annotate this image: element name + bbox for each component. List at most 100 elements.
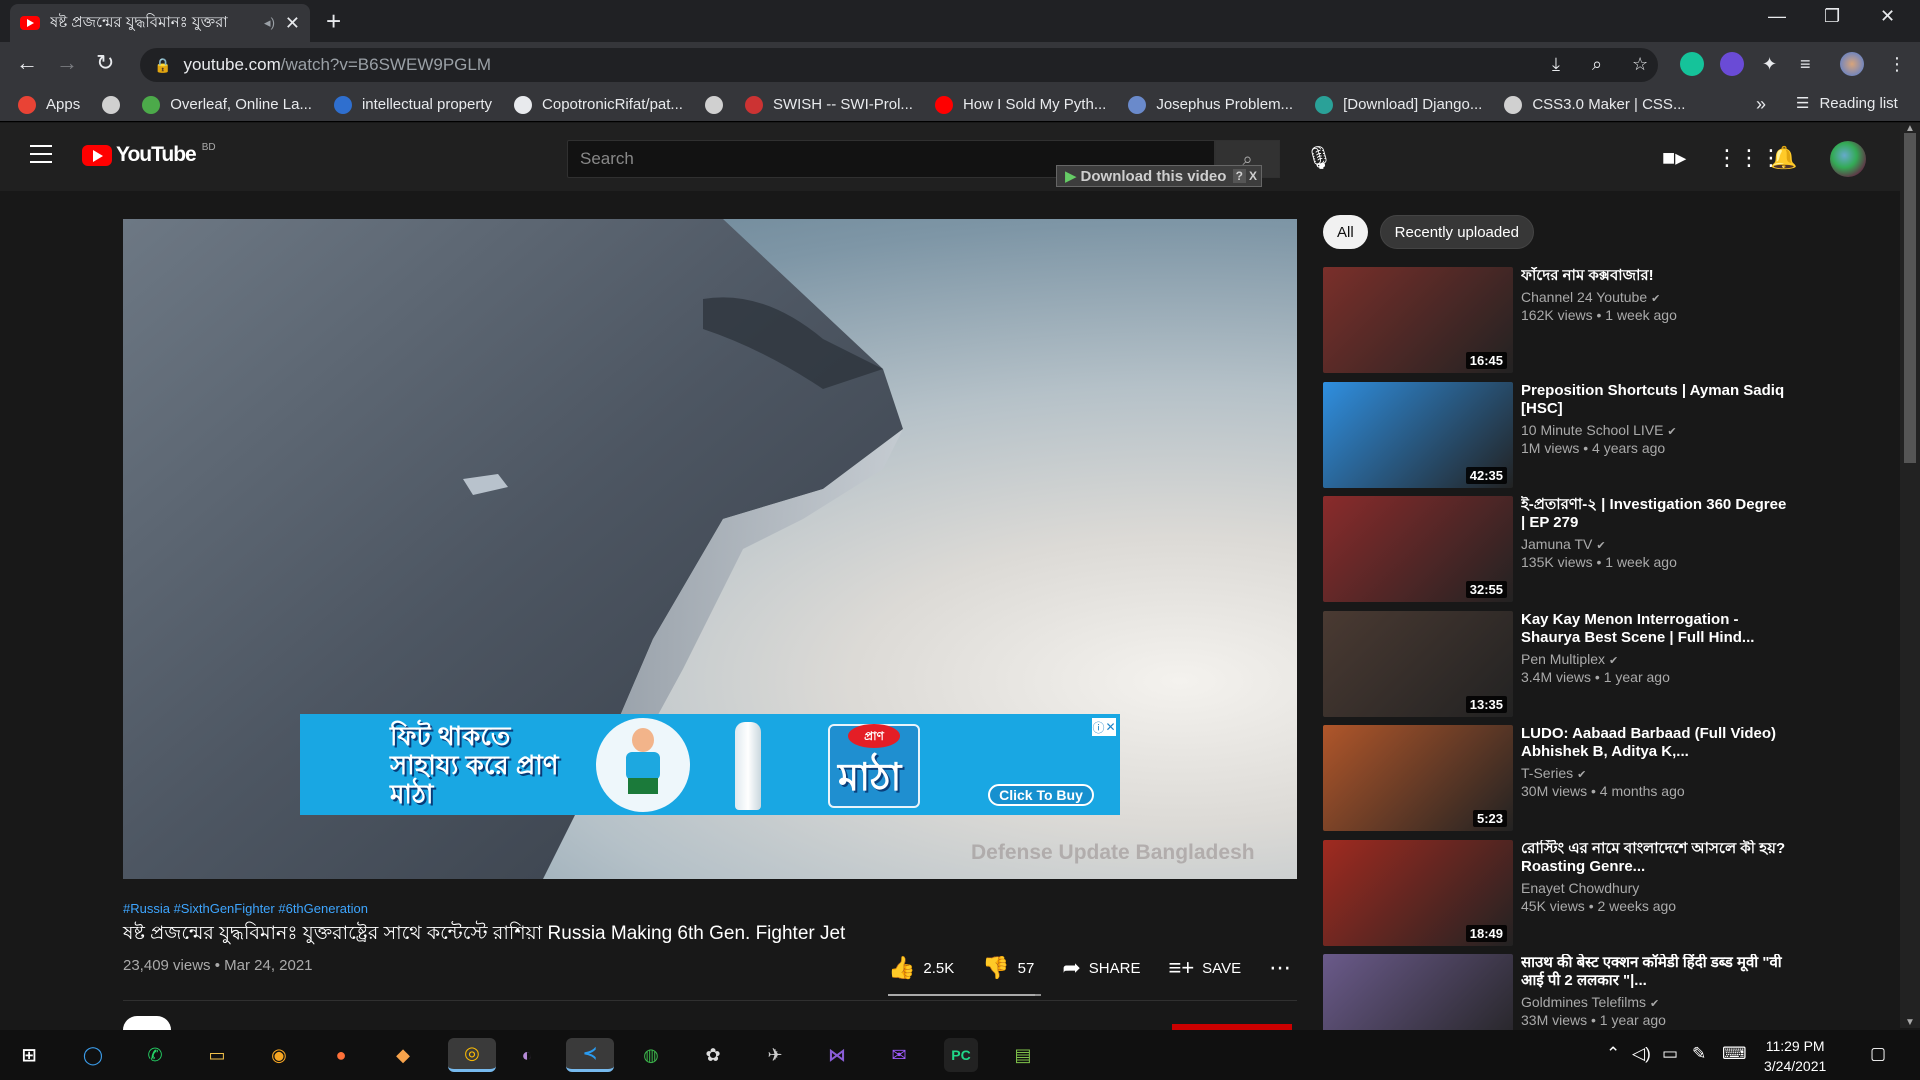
bookmark-item[interactable]: SWISH -- SWI-Prol...	[744, 95, 913, 114]
chip-recently-uploaded[interactable]: Recently uploaded	[1379, 215, 1534, 249]
bookmark-item[interactable]: How I Sold My Pyth...	[934, 95, 1106, 114]
ad-close-icon[interactable]: ⓘ ✕	[1092, 718, 1116, 736]
dislike-button[interactable]: 👎 57	[982, 955, 1034, 981]
share-button[interactable]: ➦ SHARE	[1062, 955, 1140, 981]
video-thumbnail[interactable]: 42:35	[1323, 381, 1513, 488]
recommendation-title[interactable]: ফাঁদের নাম কক্সবাজার!	[1521, 267, 1791, 285]
bookmark-item[interactable]	[704, 95, 723, 114]
whatsapp-icon[interactable]: ✆	[138, 1038, 172, 1072]
recommendation-title[interactable]: Kay Kay Menon Interrogation - Shaurya Be…	[1521, 611, 1791, 647]
vscode-icon[interactable]: ≺	[566, 1038, 614, 1072]
windows-start-icon[interactable]: ⊞	[12, 1038, 46, 1072]
recommendation-title[interactable]: साउथ की बेस्ट एक्शन कॉमेडी हिंदी डब्ड मू…	[1521, 954, 1791, 990]
recommendation-title[interactable]: Preposition Shortcuts | Ayman Sadiq [HSC…	[1521, 382, 1791, 418]
media-control-icon[interactable]: ≡	[1800, 54, 1811, 75]
recommendation-channel[interactable]: 10 Minute School LIVE ✔	[1521, 422, 1791, 438]
ad-click-to-buy-button[interactable]: Click To Buy	[988, 784, 1094, 806]
video-thumbnail[interactable]: 13:35	[1323, 610, 1513, 717]
grammarly-extension-icon[interactable]	[1680, 52, 1704, 76]
recommendation-item[interactable]: 5:23 LUDO: Aabaad Barbaad (Full Video) Ab…	[1323, 725, 1793, 831]
chrome-taskbar-icon[interactable]: ◎	[448, 1038, 496, 1072]
reload-button[interactable]: ↻	[96, 50, 114, 76]
video-thumbnail[interactable]: 5:23	[1323, 725, 1513, 831]
download-help-button[interactable]: ?	[1232, 169, 1246, 183]
bookmark-star-icon[interactable]: ☆	[1632, 54, 1648, 75]
tray-chevron-icon[interactable]: ⌃	[1606, 1044, 1620, 1064]
keyboard-icon[interactable]: ⌨	[1722, 1044, 1747, 1064]
chip-all[interactable]: All	[1323, 215, 1368, 249]
bookmarks-more-button[interactable]: »	[1756, 94, 1766, 115]
scroll-down-icon[interactable]: ▼	[1905, 1017, 1915, 1028]
recommendation-channel[interactable]: Pen Multiplex ✔	[1521, 651, 1791, 667]
more-actions-button[interactable]: ⋯	[1269, 955, 1291, 981]
recommendation-item[interactable]: 32:55 ই-প্রতারণা-২ | Investigation 360 De…	[1323, 496, 1793, 602]
address-bar[interactable]: 🔒 youtube.com/watch?v=B6SWEW9PGLM	[140, 48, 1658, 82]
volume-icon[interactable]: ◁)	[1632, 1044, 1651, 1064]
messenger-icon[interactable]: ✉	[882, 1038, 916, 1072]
zoom-icon[interactable]: ⌕	[1592, 54, 1602, 75]
bookmark-item[interactable]: CSS3.0 Maker | CSS...	[1504, 95, 1685, 114]
ad-info-icon[interactable]: ⓘ	[1092, 719, 1104, 736]
recommendation-item[interactable]: 42:35 Preposition Shortcuts | Ayman Sadiq…	[1323, 381, 1793, 488]
recommendation-channel[interactable]: Enayet Chowdhury	[1521, 880, 1791, 896]
forward-button[interactable]: →	[56, 50, 78, 76]
app-icon[interactable]: ◉	[262, 1038, 296, 1072]
profile-avatar[interactable]	[1840, 52, 1864, 76]
recommendation-channel[interactable]: T-Series ✔	[1521, 765, 1791, 781]
reading-list-button[interactable]: ☰ Reading list	[1796, 94, 1898, 113]
restore-button[interactable]: ❐	[1824, 6, 1840, 27]
search-taskbar-icon[interactable]: ◯	[76, 1038, 110, 1072]
notification-center-icon[interactable]: ▢	[1870, 1044, 1886, 1064]
bookmark-item[interactable]: Josephus Problem...	[1128, 95, 1293, 114]
app-icon-4[interactable]: ✿	[696, 1038, 730, 1072]
chrome-menu-icon[interactable]: ⋮	[1888, 54, 1906, 75]
close-window-button[interactable]: ✕	[1880, 6, 1895, 27]
app-icon-2[interactable]: ◆	[386, 1038, 420, 1072]
new-tab-button[interactable]: +	[326, 6, 341, 37]
system-clock[interactable]: 11:29 PM 3/24/2021	[1764, 1036, 1826, 1076]
account-avatar[interactable]	[1830, 141, 1866, 177]
create-video-icon[interactable]: ■▸	[1662, 145, 1686, 171]
app-icon-5[interactable]: ✈	[758, 1038, 792, 1072]
browser-tab[interactable]: ষষ্ট প্রজন্মের যুদ্ধবিমানঃ যুক্তরা ◂) ✕	[10, 4, 310, 42]
app-icon-6[interactable]: ▤	[1006, 1038, 1040, 1072]
bookmark-item[interactable]: intellectual property	[333, 95, 492, 114]
install-app-icon[interactable]: ⤓	[1552, 54, 1560, 75]
recommendation-channel[interactable]: Goldmines Telefilms ✔	[1521, 994, 1791, 1010]
close-tab-icon[interactable]: ✕	[285, 13, 300, 34]
display-icon[interactable]: ▭	[1662, 1044, 1678, 1064]
video-thumbnail[interactable]: 32:55	[1323, 496, 1513, 602]
page-scrollbar[interactable]: ▲ ▼	[1900, 123, 1920, 1028]
video-hashtags[interactable]: #Russia #SixthGenFighter #6thGeneration	[123, 901, 368, 916]
bookmark-item[interactable]: Apps	[18, 95, 80, 114]
scrollbar-thumb[interactable]	[1904, 133, 1916, 463]
youtube-logo[interactable]: YouTube BD	[82, 142, 216, 167]
like-button[interactable]: 👍 2.5K	[888, 955, 954, 981]
extension-icon[interactable]	[1720, 52, 1744, 76]
download-video-bar[interactable]: ▶ Download this video ? X	[1056, 165, 1262, 187]
bookmark-item[interactable]: [Download] Django...	[1315, 95, 1482, 114]
firefox-icon[interactable]: ●	[324, 1038, 358, 1072]
app-icon-3[interactable]: ◍	[634, 1038, 668, 1072]
download-close-button[interactable]: X	[1249, 169, 1257, 183]
recommendation-item[interactable]: 18:49 রোস্টিং এর নামে বাংলাদেশে আসলে কী হ…	[1323, 839, 1793, 946]
recommendation-title[interactable]: রোস্টিং এর নামে বাংলাদেশে আসলে কী হয়? R…	[1521, 840, 1791, 876]
video-overlay-ad[interactable]: ফিট থাকতে সাহায্য করে প্রাণ মাঠা প্রাণ ম…	[300, 714, 1120, 815]
pen-icon[interactable]: ✎	[1692, 1044, 1706, 1064]
recommendation-channel[interactable]: Jamuna TV ✔	[1521, 536, 1791, 552]
lock-icon[interactable]: 🔒	[154, 57, 171, 74]
video-player[interactable]: ফিট থাকতে সাহায্য করে প্রাণ মাঠা প্রাণ ম…	[123, 219, 1297, 879]
bookmark-item[interactable]	[102, 95, 121, 114]
pycharm-icon[interactable]: PC	[944, 1038, 978, 1072]
recommendation-title[interactable]: LUDO: Aabaad Barbaad (Full Video) Abhish…	[1521, 725, 1791, 761]
channel-avatar[interactable]	[123, 1016, 171, 1030]
guide-menu-icon[interactable]	[30, 145, 52, 163]
save-button[interactable]: ≡+ SAVE	[1168, 955, 1241, 981]
video-thumbnail[interactable]: 18:49	[1323, 839, 1513, 946]
audio-playing-icon[interactable]: ◂)	[264, 15, 275, 31]
minimize-button[interactable]: —	[1768, 6, 1786, 27]
github-desktop-icon[interactable]: ◐	[510, 1038, 544, 1072]
ad-x-icon[interactable]: ✕	[1105, 720, 1115, 734]
visual-studio-icon[interactable]: ⋈	[820, 1038, 854, 1072]
recommendation-item[interactable]: 16:45 ফাঁদের নাম কক্সবাজার! Channel 24 You…	[1323, 267, 1793, 373]
